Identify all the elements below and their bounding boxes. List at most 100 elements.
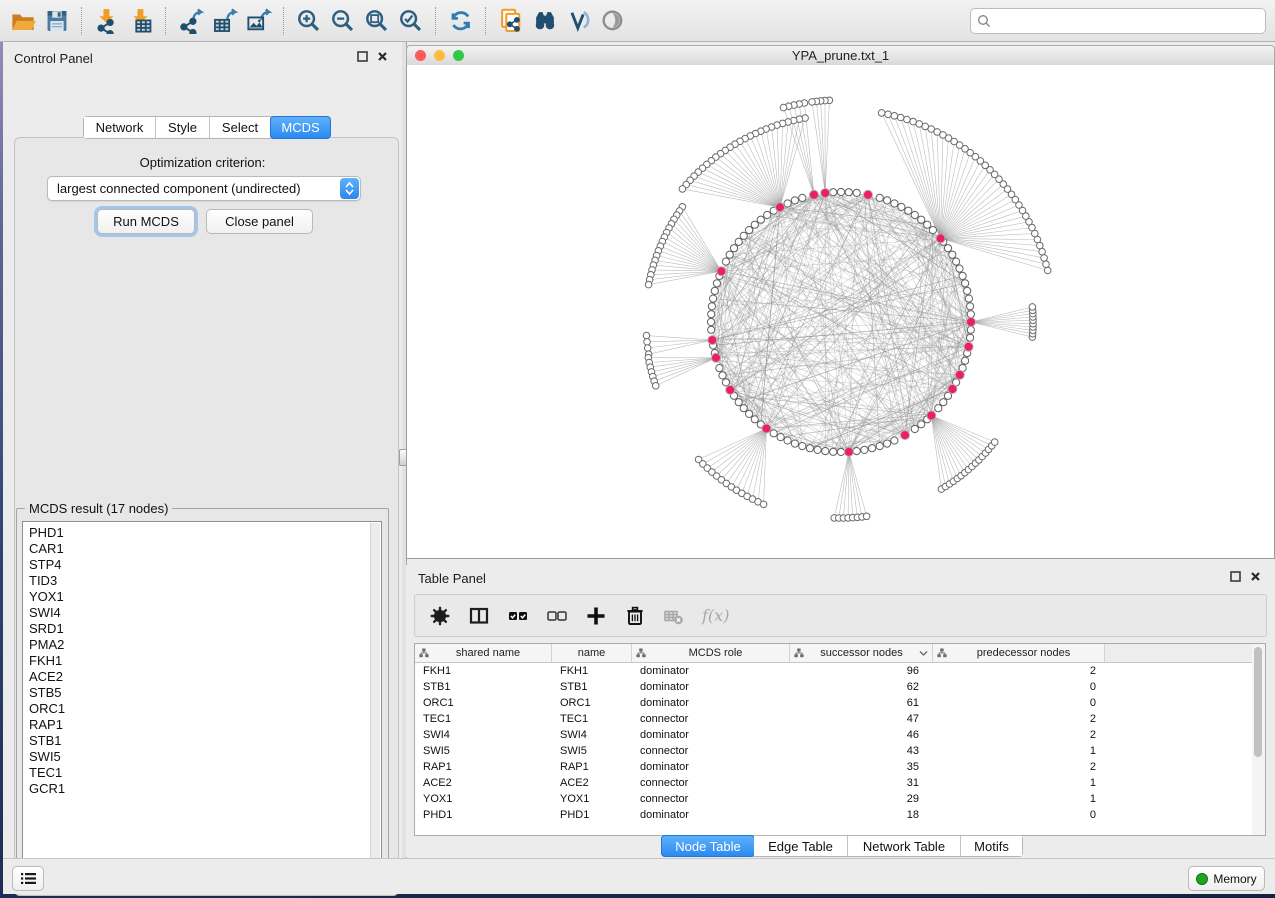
leaf-node[interactable] [645, 281, 652, 288]
cell-MCDS-role[interactable]: connector [632, 777, 790, 789]
ring-node[interactable] [740, 405, 747, 412]
float-panel-icon[interactable] [357, 51, 368, 62]
leaf-node[interactable] [891, 113, 898, 120]
ring-node[interactable] [891, 437, 898, 444]
cell-name[interactable]: YOX1 [552, 793, 632, 805]
mcds-hub-node[interactable] [955, 370, 964, 379]
cell-successor-nodes[interactable]: 43 [790, 745, 933, 757]
leaf-node[interactable] [760, 501, 767, 508]
ring-node[interactable] [708, 311, 715, 318]
table-row[interactable]: ACE2ACE2connector311 [415, 775, 1253, 791]
mcds-result-item[interactable]: GCR1 [29, 781, 381, 797]
table-settings-button[interactable] [429, 605, 451, 627]
mcds-hub-node[interactable] [776, 203, 785, 212]
mcds-result-item[interactable]: RAP1 [29, 717, 381, 733]
mcds-hub-node[interactable] [967, 318, 976, 327]
criterion-dropdown[interactable]: largest connected component (undirected) [47, 176, 361, 201]
cell-successor-nodes[interactable]: 61 [790, 697, 933, 709]
mcds-result-item[interactable]: SWI5 [29, 749, 381, 765]
cell-successor-nodes[interactable]: 62 [790, 681, 933, 693]
mcds-hub-node[interactable] [948, 385, 957, 394]
mcds-list-scrollbar[interactable] [370, 523, 380, 877]
cell-successor-nodes[interactable]: 18 [790, 809, 933, 821]
ring-node[interactable] [898, 203, 905, 210]
tab-select[interactable]: Select [210, 117, 271, 138]
cell-name[interactable]: SWI5 [552, 745, 632, 757]
search-input[interactable] [991, 11, 1265, 31]
mcds-result-item[interactable]: YOX1 [29, 589, 381, 605]
ring-node[interactable] [784, 200, 791, 207]
mcds-result-item[interactable]: STB1 [29, 733, 381, 749]
graphics-details-button[interactable] [596, 4, 630, 38]
ring-node[interactable] [944, 245, 951, 252]
zoom-selected-button[interactable] [394, 4, 428, 38]
ring-node[interactable] [799, 443, 806, 450]
cell-predecessor-nodes[interactable]: 1 [933, 793, 1105, 805]
ring-node[interactable] [757, 216, 764, 223]
ring-node[interactable] [967, 326, 974, 333]
ring-node[interactable] [722, 258, 729, 265]
run-mcds-button[interactable]: Run MCDS [97, 209, 195, 234]
ring-node[interactable] [707, 318, 714, 325]
cell-shared-name[interactable]: STB1 [415, 681, 552, 693]
ring-node[interactable] [735, 399, 742, 406]
export-image-button[interactable] [242, 4, 276, 38]
ring-node[interactable] [876, 443, 883, 450]
leaf-node[interactable] [863, 513, 870, 520]
cell-name[interactable]: ACE2 [552, 777, 632, 789]
delete-column-button[interactable] [624, 605, 646, 627]
mcds-hub-node[interactable] [844, 447, 853, 456]
ring-node[interactable] [791, 197, 798, 204]
zoom-out-button[interactable] [326, 4, 360, 38]
cell-name[interactable]: RAP1 [552, 761, 632, 773]
leaf-node[interactable] [1041, 255, 1048, 262]
ring-node[interactable] [751, 221, 758, 228]
cell-predecessor-nodes[interactable]: 0 [933, 809, 1105, 821]
cell-name[interactable]: ORC1 [552, 697, 632, 709]
cell-MCDS-role[interactable]: dominator [632, 665, 790, 677]
ring-node[interactable] [935, 405, 942, 412]
leaf-node[interactable] [780, 104, 787, 111]
export-table-button[interactable] [208, 4, 242, 38]
import-table-button[interactable] [124, 4, 158, 38]
ring-node[interactable] [746, 410, 753, 417]
mcds-result-item[interactable]: SRD1 [29, 621, 381, 637]
ring-node[interactable] [740, 232, 747, 239]
mcds-hub-node[interactable] [712, 353, 721, 362]
cell-successor-nodes[interactable]: 31 [790, 777, 933, 789]
cell-shared-name[interactable]: TEC1 [415, 713, 552, 725]
ring-node[interactable] [964, 287, 971, 294]
network-canvas[interactable] [406, 65, 1275, 559]
leaf-node[interactable] [904, 116, 911, 123]
ring-node[interactable] [751, 416, 758, 423]
table-row[interactable]: PHD1PHD1dominator180 [415, 807, 1253, 823]
tab-network-table[interactable]: Network Table [848, 836, 961, 856]
close-panel-icon[interactable] [377, 51, 388, 62]
table-row[interactable]: SWI5SWI5connector431 [415, 743, 1253, 759]
ring-node[interactable] [711, 287, 718, 294]
ring-node[interactable] [911, 425, 918, 432]
node-table[interactable]: shared namenameMCDS rolesuccessor nodesp… [414, 643, 1254, 836]
ring-node[interactable] [953, 258, 960, 265]
ring-node[interactable] [965, 295, 972, 302]
column-header-MCDS-role[interactable]: MCDS role [632, 644, 790, 662]
leaf-node[interactable] [1029, 304, 1036, 311]
ring-node[interactable] [806, 445, 813, 452]
tab-network[interactable]: Network [84, 117, 156, 138]
table-row[interactable]: SWI4SWI4dominator462 [415, 727, 1253, 743]
cell-MCDS-role[interactable]: dominator [632, 681, 790, 693]
hide-vizmapper-button[interactable] [562, 4, 596, 38]
tab-style[interactable]: Style [156, 117, 210, 138]
column-header-name[interactable]: name [552, 644, 632, 662]
cell-MCDS-role[interactable]: dominator [632, 809, 790, 821]
ring-node[interactable] [918, 216, 925, 223]
ring-node[interactable] [777, 434, 784, 441]
table-scrollbar[interactable] [1252, 643, 1266, 836]
ring-node[interactable] [845, 189, 852, 196]
ring-node[interactable] [719, 372, 726, 379]
ring-node[interactable] [708, 303, 715, 310]
add-column-button[interactable] [585, 605, 607, 627]
ring-node[interactable] [853, 448, 860, 455]
network-share-button[interactable] [494, 4, 528, 38]
cell-shared-name[interactable]: FKH1 [415, 665, 552, 677]
